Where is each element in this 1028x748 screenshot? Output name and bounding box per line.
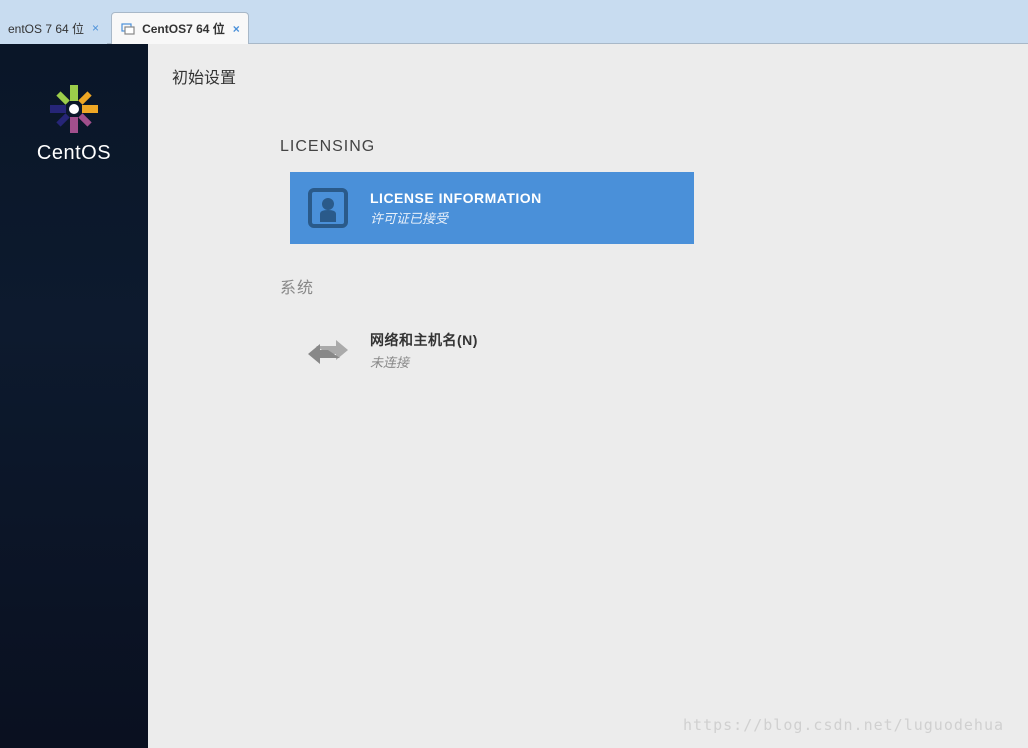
spoke-text: 网络和主机名(N) 未连接 bbox=[370, 330, 478, 371]
network-icon bbox=[304, 326, 352, 374]
spoke-license-information[interactable]: LICENSE INFORMATION 许可证已接受 bbox=[290, 172, 694, 244]
spoke-status: 许可证已接受 bbox=[370, 208, 542, 227]
content-area: 初始设置 LICENSING LICENSE INFORMATION 许可证已接… bbox=[148, 44, 1028, 748]
page-title: 初始设置 bbox=[172, 64, 1004, 88]
section-licensing: LICENSING LICENSE INFORMATION 许可证已接受 bbox=[172, 138, 1004, 244]
spoke-status: 未连接 bbox=[370, 352, 478, 371]
spoke-text: LICENSE INFORMATION 许可证已接受 bbox=[370, 190, 542, 227]
logo: CentOS bbox=[0, 84, 148, 165]
vm-icon bbox=[120, 21, 136, 37]
watermark: https://blog.csdn.net/luguodehua bbox=[683, 716, 1004, 734]
close-icon[interactable]: × bbox=[92, 21, 99, 35]
spoke-title: LICENSE INFORMATION bbox=[370, 190, 542, 206]
spoke-network-hostname[interactable]: 网络和主机名(N) 未连接 bbox=[290, 314, 694, 386]
tab-bar: entOS 7 64 位 × CentOS7 64 位 × bbox=[0, 0, 1028, 44]
tab-label: entOS 7 64 位 bbox=[8, 20, 84, 37]
section-heading: LICENSING bbox=[280, 138, 1004, 156]
close-icon[interactable]: × bbox=[233, 22, 240, 36]
tab-centos7-1[interactable]: entOS 7 64 位 × bbox=[0, 12, 107, 44]
centos-logo-icon bbox=[49, 84, 99, 134]
spoke-title: 网络和主机名(N) bbox=[370, 330, 478, 350]
section-heading: 系统 bbox=[280, 274, 1004, 298]
sidebar: CentOS bbox=[0, 44, 148, 748]
tab-label: CentOS7 64 位 bbox=[142, 20, 225, 37]
section-system: 系统 网络和主机名(N) 未连接 bbox=[172, 274, 1004, 386]
brand-text: CentOS bbox=[37, 142, 111, 165]
license-icon bbox=[304, 184, 352, 232]
tab-centos7-2[interactable]: CentOS7 64 位 × bbox=[111, 12, 249, 44]
main-area: CentOS 初始设置 LICENSING LICENSE INFORMATIO… bbox=[0, 44, 1028, 748]
